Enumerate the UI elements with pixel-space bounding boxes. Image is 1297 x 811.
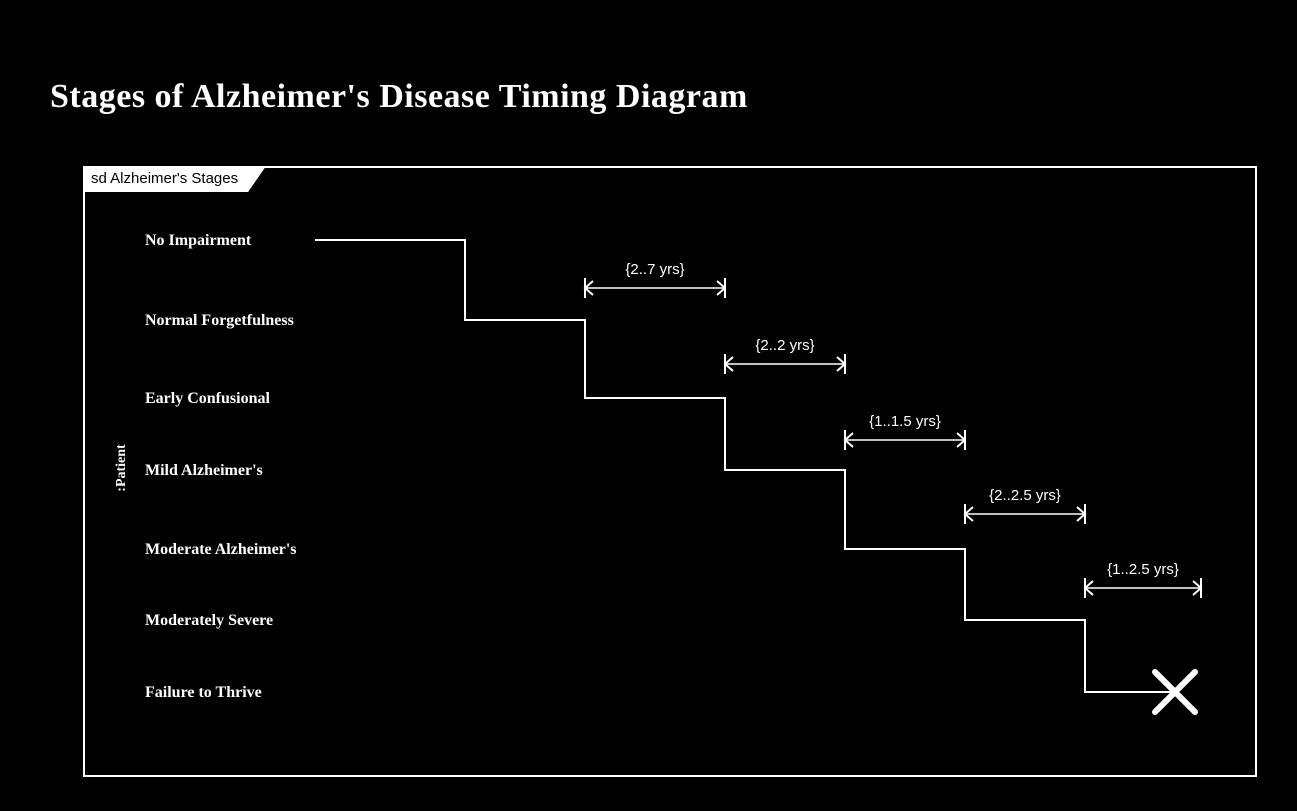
stage-label: Early Confusional [145, 390, 270, 407]
diagram-title: Stages of Alzheimer's Disease Timing Dia… [50, 78, 748, 116]
duration-label: {2..2.5 yrs} [989, 487, 1061, 504]
diagram-frame: sd Alzheimer's Stages :PatientNo Impairm… [83, 166, 1257, 777]
timing-diagram-svg: :Patient No Impairment Normal Forgetfulnes… [85, 168, 1255, 775]
duration-label: {1..2.5 yrs} [1107, 561, 1179, 578]
stage-label: Moderately Severe [145, 612, 273, 629]
stage-label: Normal Forgetfulness [145, 312, 294, 329]
stage-label: Mild Alzheimer's [145, 462, 263, 479]
stage-label: No Impairment [145, 232, 252, 249]
state-line [315, 240, 1175, 692]
lifeline-label: :Patient [114, 444, 129, 492]
stage-label: Failure to Thrive [145, 684, 262, 701]
duration-label: {2..7 yrs} [625, 261, 684, 278]
duration-label: {2..2 yrs} [755, 337, 814, 354]
duration-label: {1..1.5 yrs} [869, 413, 941, 430]
stage-label: Moderate Alzheimer's [145, 541, 297, 558]
